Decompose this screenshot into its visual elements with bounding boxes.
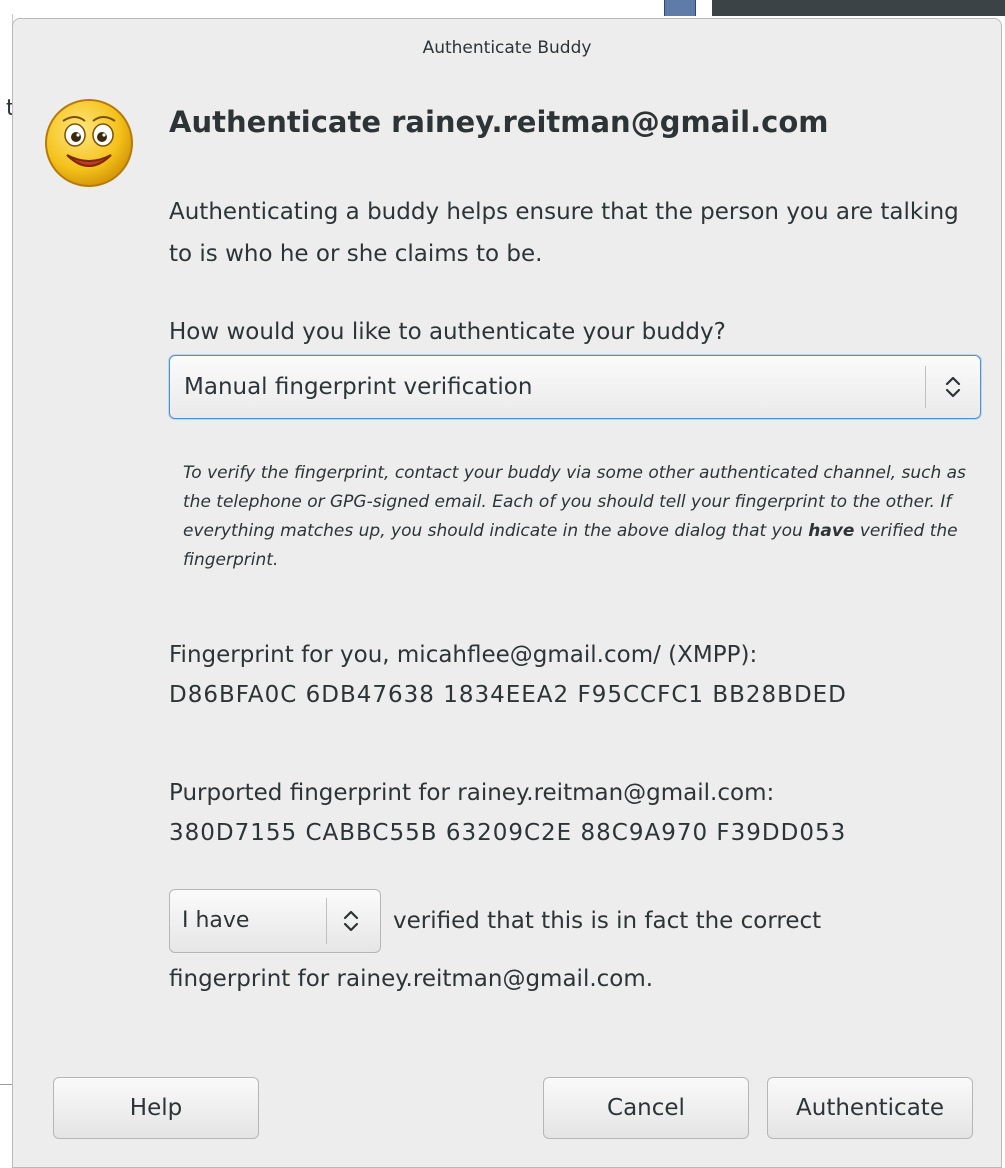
my-fingerprint-label: Fingerprint for you, micahflee@gmail.com… (169, 642, 758, 668)
verified-status-value: I have (182, 908, 250, 933)
authenticate-buddy-dialog: Authenticate Buddy Authenticate rainey.r… (12, 18, 1002, 1168)
my-fingerprint-value: D86BFA0C 6DB47638 1834EEA2 F95CCFC1 BB28… (169, 682, 847, 708)
verified-statement-line2: fingerprint for rainey.reitman@gmail.com… (169, 966, 654, 992)
verification-instructions: To verify the fingerprint, contact your … (183, 459, 983, 575)
dialog-title: Authenticate Buddy (422, 38, 592, 58)
select-separator (326, 898, 327, 944)
cancel-button[interactable]: Cancel (543, 1077, 749, 1139)
authenticate-button[interactable]: Authenticate (767, 1077, 973, 1139)
verified-statement-line1: verified that this is in fact the correc… (393, 908, 822, 934)
help-button[interactable]: Help (53, 1077, 259, 1139)
background-divider (0, 1084, 12, 1085)
buddy-fingerprint-value: 380D7155 CABBC55B 63209C2E 88C9A970 F39D… (169, 820, 847, 846)
buddy-fingerprint-block: Purported fingerprint for rainey.reitman… (169, 773, 989, 853)
my-fingerprint-block: Fingerprint for you, micahflee@gmail.com… (169, 635, 989, 715)
background-window-dark (712, 0, 1005, 16)
intro-text: Authenticating a buddy helps ensure that… (169, 199, 959, 267)
buddy-fingerprint-label: Purported fingerprint for rainey.reitman… (169, 780, 775, 806)
auth-method-select[interactable]: Manual fingerprint verification (169, 355, 981, 419)
background-scrollbar (664, 0, 696, 16)
updown-arrows-icon (945, 376, 961, 398)
updown-arrows-icon (343, 910, 359, 932)
auth-method-question: How would you like to authenticate your … (169, 319, 726, 345)
verified-status-select[interactable]: I have (169, 889, 381, 953)
note-bold: have (808, 521, 855, 541)
auth-method-value: Manual fingerprint verification (184, 374, 533, 400)
smiley-face-icon (45, 99, 133, 187)
select-separator (925, 366, 926, 408)
dialog-heading: Authenticate rainey.reitman@gmail.com (169, 105, 829, 139)
